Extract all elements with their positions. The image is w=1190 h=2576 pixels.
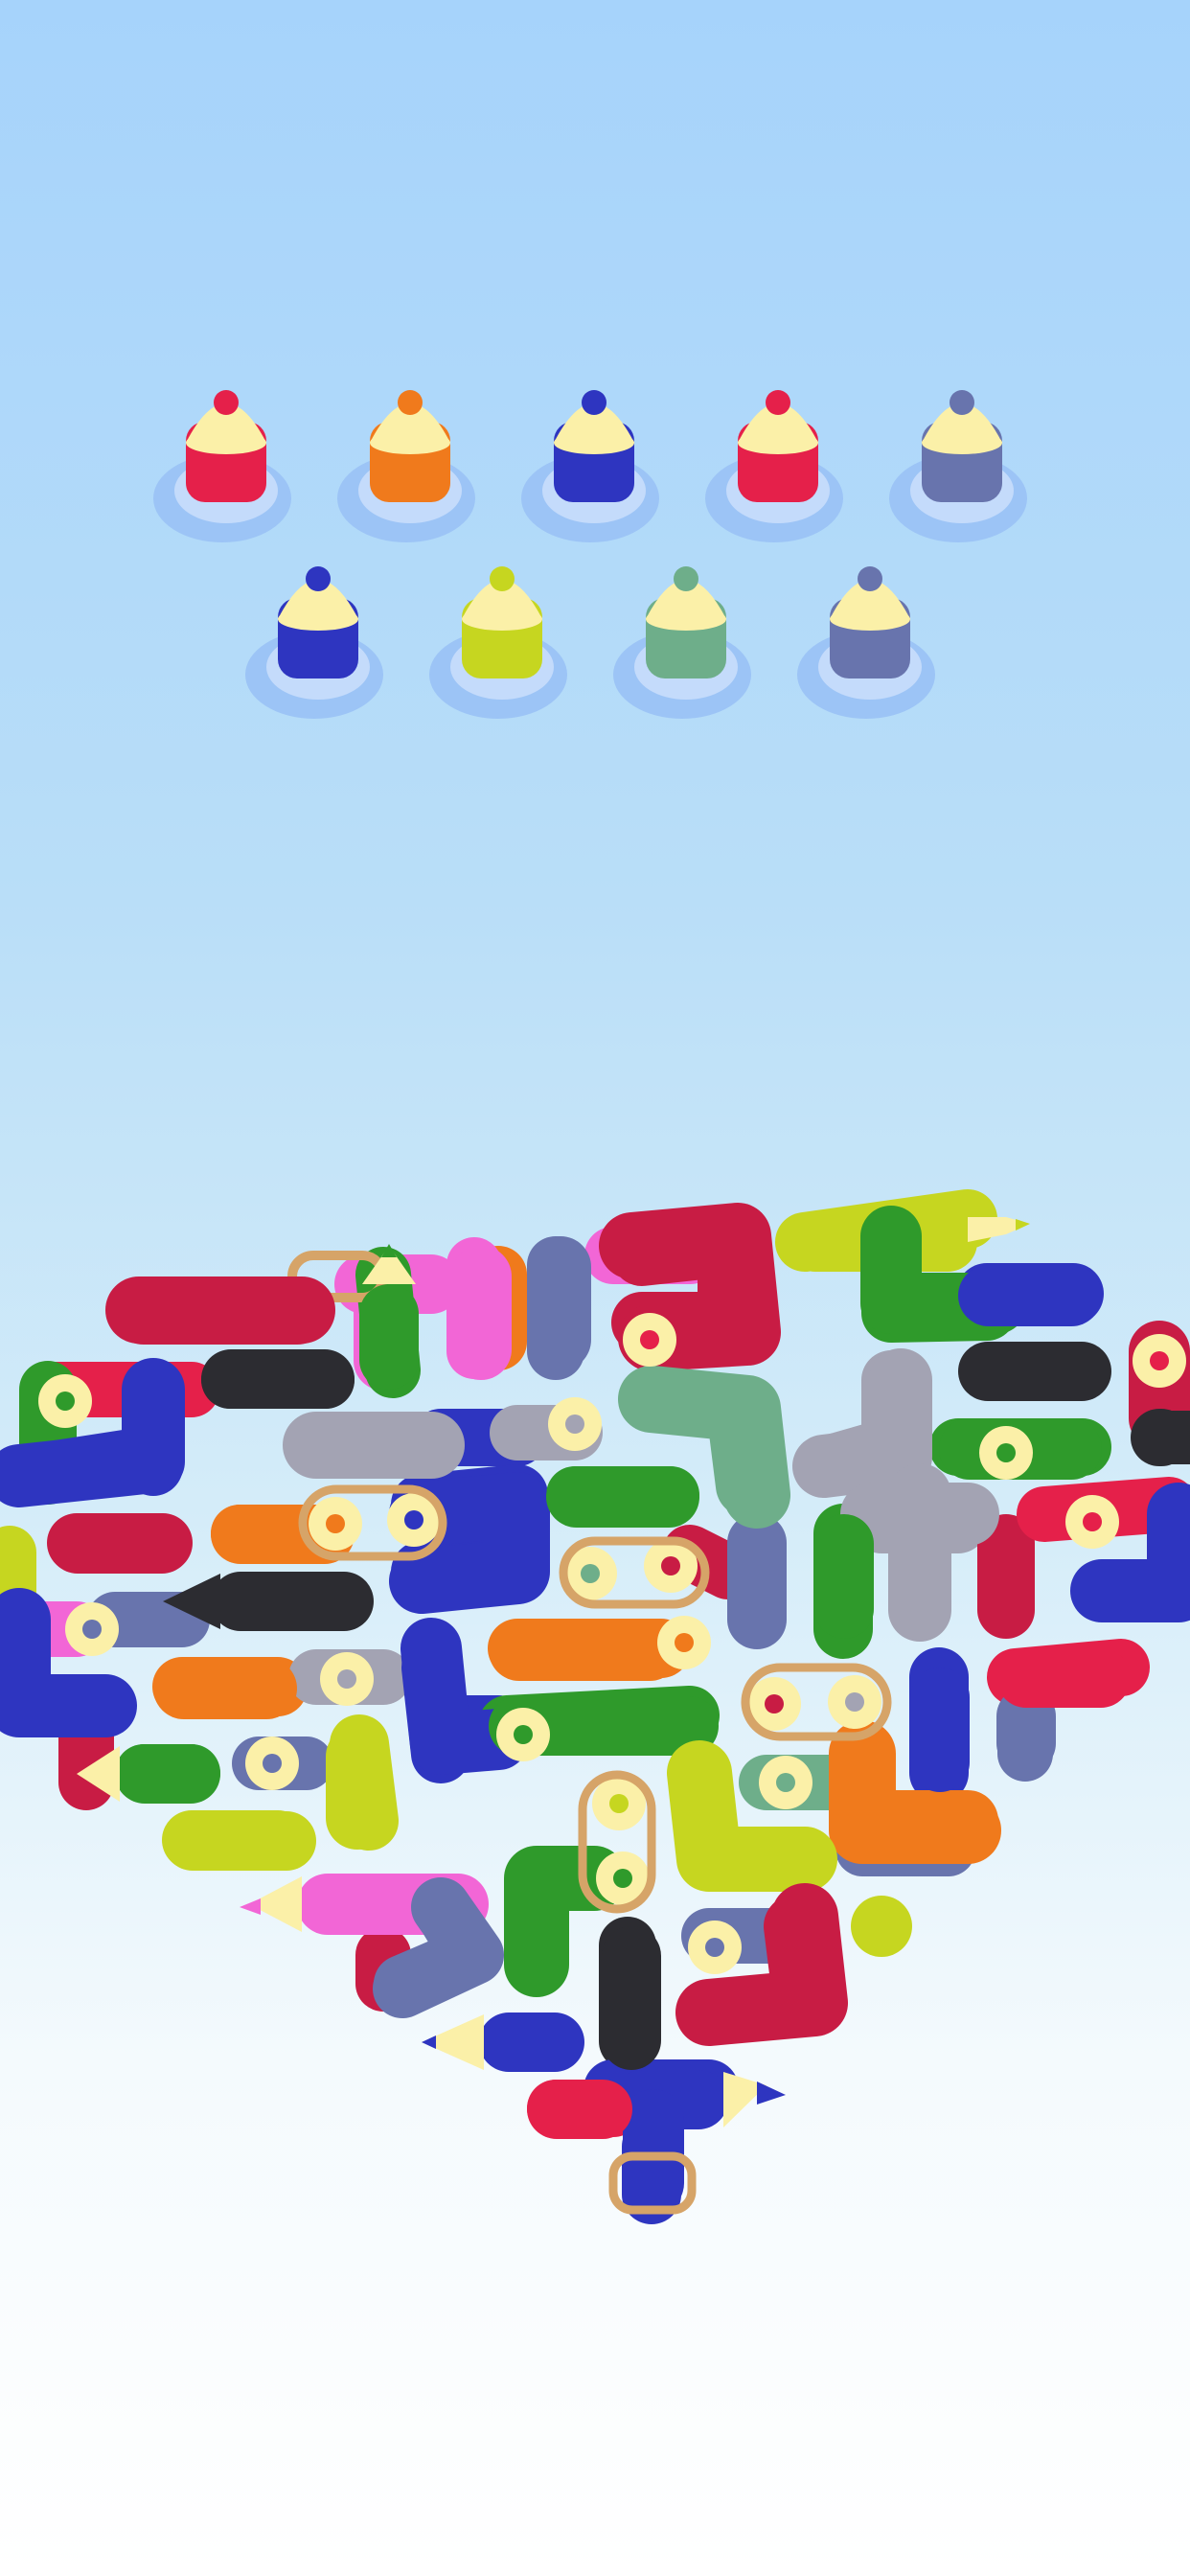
token-orange-2 [657,1616,711,1669]
token-orange [309,1497,362,1551]
slot-red-2[interactable] [705,390,843,542]
slot-slate-2[interactable] [797,566,935,719]
slot-orange[interactable] [337,390,475,542]
pencil-blue-tipped-left[interactable] [422,2012,584,2072]
token-slate-3 [688,1920,742,1974]
token-red-2 [1133,1334,1186,1388]
token-slate-2 [245,1736,299,1790]
pencil-pink-vertical[interactable] [450,1246,512,1380]
token-green [38,1374,92,1428]
pencil-red-bottom[interactable] [527,2080,632,2139]
pencil-orange-mid[interactable] [489,1620,680,1681]
pencil-green-vertical[interactable] [814,1514,874,1639]
token-slate [65,1602,119,1656]
slot-slate-1[interactable] [889,390,1027,542]
game-scene [0,0,1190,2576]
token-green-3 [496,1708,550,1761]
token-green-2 [979,1426,1033,1480]
pencil-blue-vertical[interactable] [910,1668,970,1792]
slot-tray [153,390,1027,719]
pencil-lime-low-left[interactable] [163,1811,316,1871]
slot-mint[interactable] [613,566,751,719]
token-gray-3 [828,1675,881,1729]
token-red [623,1313,676,1367]
slot-red-1[interactable] [153,390,291,542]
slot-blue-2[interactable] [245,566,383,719]
slot-lime[interactable] [429,566,567,719]
pencil-lime-vertical[interactable] [326,1725,389,1850]
lime-ball[interactable] [851,1896,912,1957]
token-gray-2 [320,1652,374,1706]
token-green-4 [759,1756,812,1809]
pencil-black-speckled-3[interactable] [1131,1409,1190,1466]
pencil-slate-vertical[interactable] [530,1236,591,1370]
pencil-orange-lower-left[interactable] [153,1658,297,1719]
pencil-crimson-top-left[interactable] [105,1276,335,1344]
pencil-blue-right[interactable] [958,1265,1102,1326]
token-gray [548,1397,602,1451]
pencil-green-mid[interactable] [546,1466,699,1528]
pencil-black-speckled-2[interactable] [958,1342,1111,1401]
token-red-3 [1065,1495,1119,1549]
pencil-black-vertical[interactable] [602,1926,661,2070]
pencil-crimson-left[interactable] [48,1514,192,1574]
slot-blue-1[interactable] [521,390,659,542]
pencil-black-speckled-1[interactable] [201,1349,355,1409]
pencil-red-right[interactable] [996,1648,1131,1708]
